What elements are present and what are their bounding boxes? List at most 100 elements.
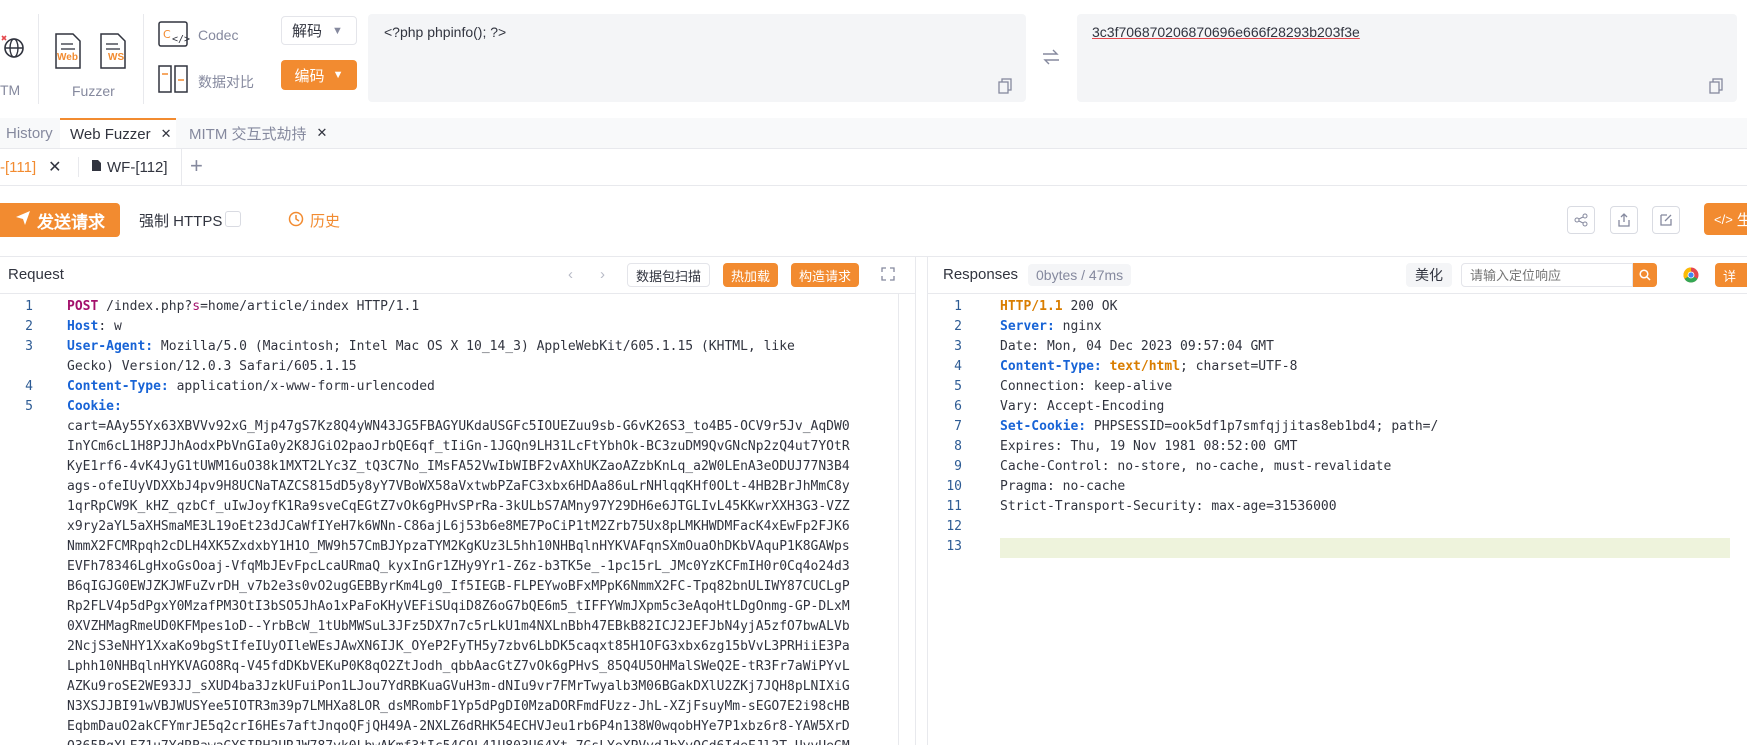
web-fuzzer-icon[interactable]: Web <box>53 32 83 70</box>
export-icon[interactable] <box>1610 206 1638 234</box>
code-line[interactable]: AZKu9roSE2WE93JJ_sXUD4ba3JzkUFuiPon1LJou… <box>67 678 850 696</box>
code-line[interactable]: B6qIGJG0EWJZKJWFuZvrDH_v7b2e3s0vO2ugGEBB… <box>67 578 850 596</box>
svg-text:C: C <box>163 28 171 41</box>
code-line[interactable]: Pragma: no-cache <box>1000 478 1125 496</box>
code-line[interactable]: Host: w <box>67 318 122 336</box>
send-request-button[interactable]: 发送请求 <box>0 203 120 237</box>
code-line[interactable]: InYCm6cL1H8PJJhAodxPbVnGIa0y2K8JGiO2paoJ… <box>67 438 850 456</box>
close-icon[interactable]: ✕ <box>317 125 328 141</box>
response-header: Responses 0bytes / 47ms 美化 详 <box>928 256 1747 294</box>
add-tab-icon[interactable]: + <box>190 153 203 179</box>
code-line[interactable]: ags-ofeIUyVDXXbJ4pv9H8UCNaTAZCS815dD5y8y… <box>67 478 850 496</box>
chevron-left-icon[interactable]: ‹ <box>568 266 573 283</box>
code-line[interactable]: KyE1rf6-4vK4JyG1tUWM16uO38k1MXT2LYc3Z_tQ… <box>67 458 850 476</box>
code-line[interactable]: 0XVZHMagRmeUD0KFMpes1oD--YrbBcW_1tUbMWSu… <box>67 618 850 636</box>
chrome-icon[interactable] <box>1683 267 1699 283</box>
mitm-globe-icon[interactable] <box>0 30 28 64</box>
mitm-label: TM <box>0 82 21 98</box>
codec-output-text[interactable]: 3c3f706870206870696e666f28293b203f3e <box>1092 24 1360 40</box>
top-toolbar: TM Web WS Fuzzer C </> Codec 数据对比 解码 ▼ 编… <box>0 0 1747 119</box>
detail-button[interactable]: 详 <box>1715 263 1747 287</box>
code-line[interactable]: HTTP/1.1 200 OK <box>1000 298 1117 316</box>
share-icon[interactable] <box>1567 206 1595 234</box>
tab-mitm[interactable]: MITM 交互式劫持 ✕ <box>177 118 337 148</box>
code-generate-button[interactable]: </> 生 <box>1704 203 1747 235</box>
code-line[interactable]: 2NcjS3eNHY1XxaKo9bgStIfeIUyOIleWEsJAwXN6… <box>67 638 850 656</box>
tab-label: Web Fuzzer <box>70 125 151 143</box>
code-line[interactable]: Gecko) Version/12.0.3 Safari/605.1.15 <box>67 358 357 376</box>
force-https-checkbox[interactable] <box>225 211 241 227</box>
code-line[interactable]: Q365BgXLFZ1u7YdRBawaGYSIRH2URJW787vk0Lbw… <box>67 738 850 745</box>
tab-web-fuzzer[interactable]: Web Fuzzer ✕ <box>60 118 176 148</box>
chevron-down-icon: ▼ <box>332 69 344 81</box>
packet-scan-button[interactable]: 数据包扫描 <box>627 263 711 287</box>
history-label: 历史 <box>310 213 341 230</box>
response-title: Responses <box>943 266 1019 283</box>
tab-history[interactable]: History <box>0 118 58 148</box>
codec-icon[interactable]: C </> <box>157 20 191 50</box>
close-icon[interactable]: ✕ <box>48 157 61 177</box>
fuzzer-group-label: Fuzzer <box>72 83 115 99</box>
toolbar-divider <box>38 14 39 104</box>
locate-response-input[interactable] <box>1461 263 1633 287</box>
copy-icon[interactable] <box>998 78 1012 94</box>
code-line[interactable]: Set-Cookie: PHPSESSID=ook5df1p7smfqjjita… <box>1000 418 1438 436</box>
data-compare-icon[interactable] <box>157 64 191 94</box>
codec-input-text[interactable]: <?php phpinfo(); ?> <box>384 24 506 40</box>
ws-fuzzer-icon[interactable]: WS <box>98 32 128 70</box>
build-request-button[interactable]: 构造请求 <box>791 263 860 287</box>
close-icon[interactable]: ✕ <box>161 126 172 142</box>
code-line[interactable]: 1qrRpCW9K_kHZ_qzbCf_uIwJoyfK1Ra9sveCqEGt… <box>67 498 850 516</box>
codec-input-area[interactable]: <?php phpinfo(); ?> <box>368 14 1026 102</box>
fullscreen-icon[interactable] <box>881 267 895 281</box>
code-line[interactable]: User-Agent: Mozilla/5.0 (Macintosh; Inte… <box>67 338 795 356</box>
swap-icon[interactable] <box>1041 48 1061 66</box>
line-number: 13 <box>946 539 962 554</box>
code-line[interactable]: Content-Type: text/html; charset=UTF-8 <box>1000 358 1297 376</box>
history-button[interactable]: 历史 <box>288 210 340 231</box>
code-line[interactable]: Vary: Accept-Encoding <box>1000 398 1164 416</box>
code-line[interactable]: N3XSJJBI91wVBJWUSYee5IOTR3m39p7LMHXa8LOR… <box>67 698 850 716</box>
code-line[interactable]: cart=AAy55Yx63XBVVv92xG_Mjp47gS7Kz8Q4yWN… <box>67 418 850 436</box>
code-line[interactable]: Cookie: <box>67 398 130 416</box>
send-request-label: 发送请求 <box>37 212 105 232</box>
code-line[interactable]: Lphh10NHBqlnHYKVAGO8Rq-V45fdDKbVEKuP0K8q… <box>67 658 850 676</box>
response-meta: 0bytes / 47ms <box>1028 264 1132 286</box>
subtab-111[interactable]: -[111] ✕ <box>0 149 62 185</box>
send-icon <box>15 210 31 231</box>
code-line[interactable]: NmmX2FCMRpqh2cDLH4XK5ZxdxbY1H1O_MW9h57Cm… <box>67 538 850 556</box>
code-line[interactable]: EqbmDauO2akCFYmrJE5q2crI6HEs7aftJnqoQFjQ… <box>67 718 850 736</box>
request-editor[interactable]: 1 POST /index.php?s=home/article/index HT… <box>0 294 898 745</box>
beautify-button[interactable]: 美化 <box>1406 263 1452 287</box>
code-line[interactable]: Expires: Thu, 19 Nov 1981 08:52:00 GMT <box>1000 438 1297 456</box>
code-line[interactable]: Strict-Transport-Security: max-age=31536… <box>1000 498 1337 516</box>
code-line[interactable]: POST /index.php?s=home/article/index HTT… <box>67 298 419 316</box>
response-editor[interactable]: 1 HTTP/1.1 200 OK 2 Server: nginx 3 Date: Mon… <box>928 294 1742 745</box>
search-icon[interactable] <box>1633 263 1657 287</box>
editor-scrollbar[interactable] <box>898 294 899 745</box>
subtab-112[interactable]: WF-[112] <box>91 149 168 185</box>
fuzzer-subtabs: -[111] ✕ WF-[112] + <box>0 149 1747 186</box>
chevron-right-icon[interactable]: › <box>600 266 605 283</box>
code-line[interactable] <box>1000 538 1730 558</box>
codec-output-area[interactable]: 3c3f706870206870696e666f28293b203f3e <box>1077 14 1737 102</box>
code-line[interactable]: EVFh78346LgHxoGsOoaj-VfqMbJEvFpcLcaURmaQ… <box>67 558 850 576</box>
code-line[interactable]: Rp2FLV4p5dPgxY0MzafPM3OtI3bSO5JhAo1xPaFo… <box>67 598 850 616</box>
code-line[interactable]: Server: nginx <box>1000 318 1102 336</box>
response-panel: Responses 0bytes / 47ms 美化 详 1 HTTP/1.1 2… <box>927 256 1747 745</box>
edit-icon[interactable] <box>1652 206 1680 234</box>
hot-reload-label: 热加载 <box>731 268 771 284</box>
copy-icon[interactable] <box>1709 78 1723 94</box>
code-line[interactable]: Date: Mon, 04 Dec 2023 09:57:04 GMT <box>1000 338 1274 356</box>
code-line[interactable]: Connection: keep-alive <box>1000 378 1172 396</box>
decode-select[interactable]: 解码 ▼ <box>281 16 357 45</box>
main-tabs: History Web Fuzzer ✕ MITM 交互式劫持 ✕ <box>0 118 1747 149</box>
code-line[interactable]: Content-Type: application/x-www-form-url… <box>67 378 435 396</box>
encode-button[interactable]: 编码 ▼ <box>281 60 357 90</box>
data-compare-label[interactable]: 数据对比 <box>198 72 254 92</box>
code-line[interactable]: Cache-Control: no-store, no-cache, must-… <box>1000 458 1391 476</box>
file-icon <box>91 159 102 176</box>
hot-reload-button[interactable]: 热加载 <box>723 263 779 287</box>
codec-label[interactable]: Codec <box>198 27 238 43</box>
code-line[interactable]: x9ry2aYL5aXHSmaME3L19oEt23dJCaWfIYeH7k6W… <box>67 518 850 536</box>
